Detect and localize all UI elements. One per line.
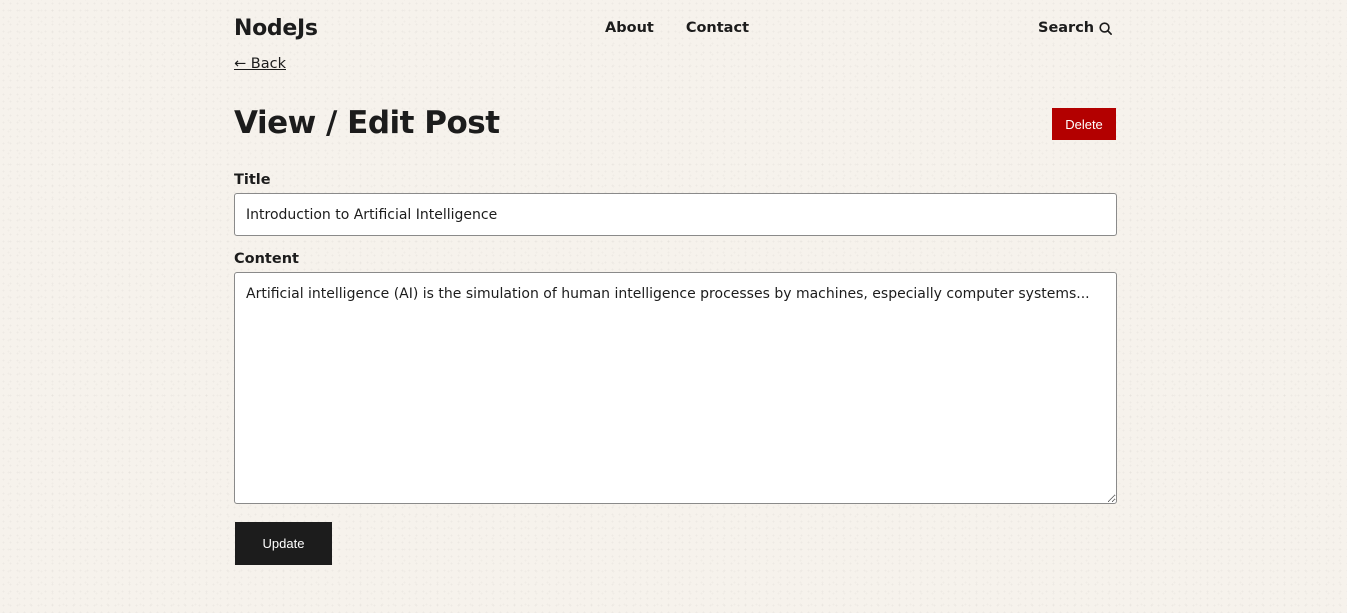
main-nav: About Contact	[605, 20, 749, 36]
nav-about[interactable]: About	[605, 20, 654, 36]
delete-button[interactable]: Delete	[1052, 108, 1116, 140]
search-label: Search	[1038, 20, 1095, 36]
title-input[interactable]	[234, 193, 1117, 236]
content-label: Content	[234, 251, 299, 267]
site-logo[interactable]: NodeJs	[234, 16, 318, 41]
back-link[interactable]: ← Back	[234, 56, 286, 72]
search-button[interactable]: Search	[1038, 20, 1113, 36]
search-icon	[1098, 21, 1113, 36]
page-title: View / Edit Post	[234, 105, 500, 141]
site-header: NodeJs About Contact Search	[234, 12, 1116, 48]
nav-contact[interactable]: Contact	[686, 20, 749, 36]
title-label: Title	[234, 172, 271, 188]
content-textarea[interactable]: Artificial intelligence (AI) is the simu…	[234, 272, 1117, 504]
update-button[interactable]: Update	[235, 522, 332, 565]
